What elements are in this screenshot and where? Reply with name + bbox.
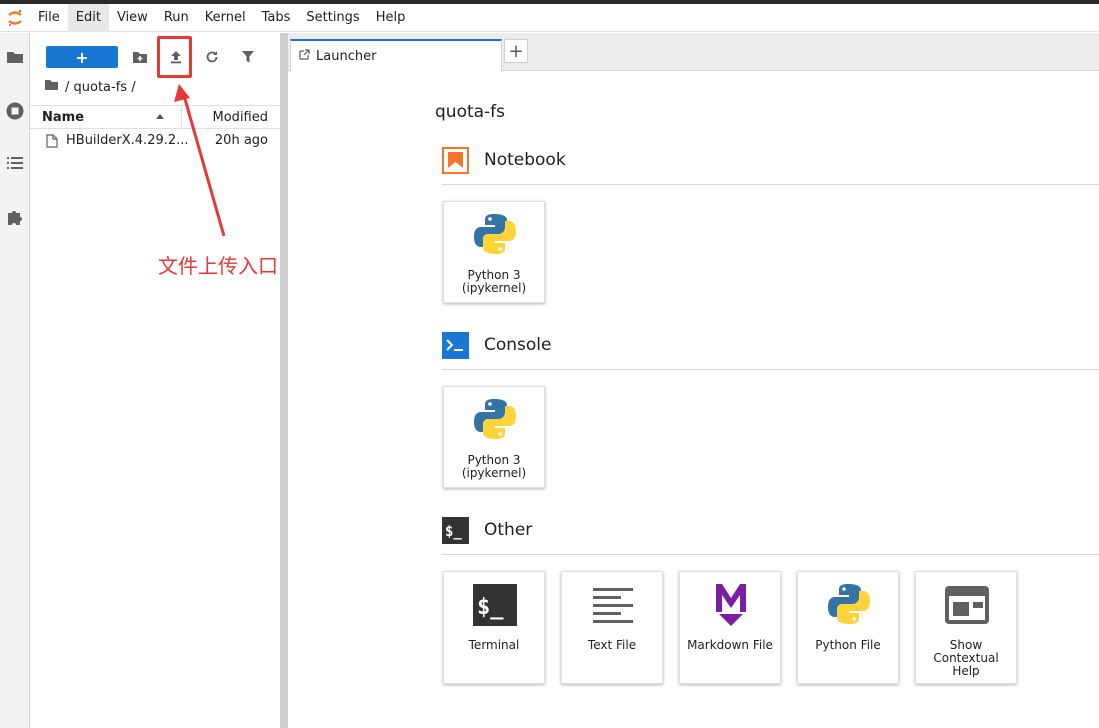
annotation-label: 文件上传入口 <box>158 254 278 278</box>
annotation-arrow <box>174 84 226 237</box>
